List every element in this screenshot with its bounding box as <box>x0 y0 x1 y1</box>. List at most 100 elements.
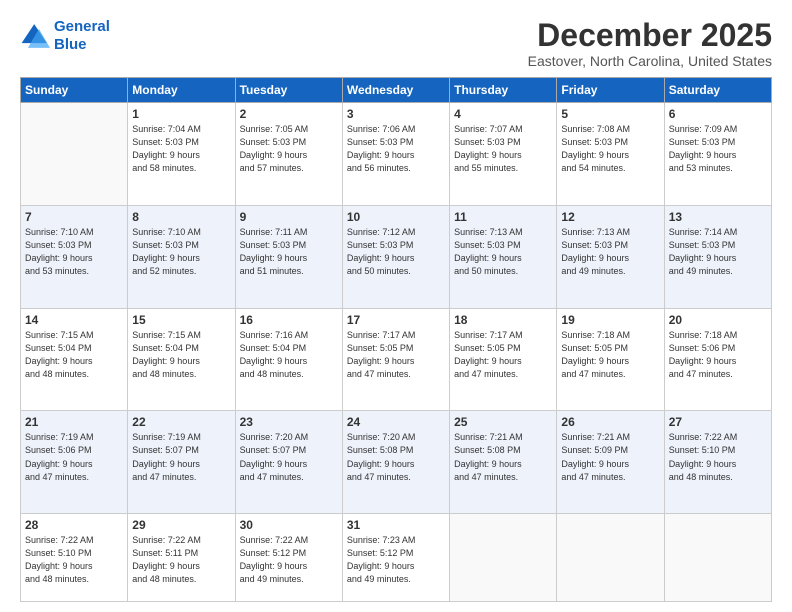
day-number: 16 <box>240 313 338 327</box>
day-info: Sunrise: 7:22 AM Sunset: 5:12 PM Dayligh… <box>240 534 338 586</box>
day-info: Sunrise: 7:20 AM Sunset: 5:07 PM Dayligh… <box>240 431 338 483</box>
day-number: 18 <box>454 313 552 327</box>
col-friday: Friday <box>557 78 664 103</box>
day-number: 4 <box>454 107 552 121</box>
day-number: 14 <box>25 313 123 327</box>
day-info: Sunrise: 7:10 AM Sunset: 5:03 PM Dayligh… <box>25 226 123 278</box>
day-number: 31 <box>347 518 445 532</box>
table-row: 15 Sunrise: 7:15 AM Sunset: 5:04 PM Dayli… <box>128 308 235 411</box>
table-row: 21 Sunrise: 7:19 AM Sunset: 5:06 PM Dayli… <box>21 411 128 514</box>
month-title: December 2025 <box>528 18 772 53</box>
table-row: 2 Sunrise: 7:05 AM Sunset: 5:03 PM Daylig… <box>235 103 342 206</box>
table-row <box>21 103 128 206</box>
day-number: 12 <box>561 210 659 224</box>
table-row: 31 Sunrise: 7:23 AM Sunset: 5:12 PM Dayli… <box>342 514 449 602</box>
table-row: 7 Sunrise: 7:10 AM Sunset: 5:03 PM Daylig… <box>21 205 128 308</box>
day-info: Sunrise: 7:06 AM Sunset: 5:03 PM Dayligh… <box>347 123 445 175</box>
table-row: 8Sunrise: 7:10 AM Sunset: 5:03 PM Daylig… <box>128 205 235 308</box>
day-number: 23 <box>240 415 338 429</box>
day-number: 11 <box>454 210 552 224</box>
day-number: 21 <box>25 415 123 429</box>
day-info: Sunrise: 7:22 AM Sunset: 5:10 PM Dayligh… <box>669 431 767 483</box>
day-info: Sunrise: 7:17 AM Sunset: 5:05 PM Dayligh… <box>454 329 552 381</box>
table-row: 26 Sunrise: 7:21 AM Sunset: 5:09 PM Dayli… <box>557 411 664 514</box>
table-row: 17 Sunrise: 7:17 AM Sunset: 5:05 PM Dayli… <box>342 308 449 411</box>
day-info: Sunrise: 7:18 AM Sunset: 5:05 PM Dayligh… <box>561 329 659 381</box>
logo-text: General Blue <box>54 18 110 54</box>
day-info: Sunrise: 7:15 AM Sunset: 5:04 PM Dayligh… <box>25 329 123 381</box>
table-row: 11 Sunrise: 7:13 AM Sunset: 5:03 PM Dayli… <box>450 205 557 308</box>
day-info: Sunrise: 7:23 AM Sunset: 5:12 PM Dayligh… <box>347 534 445 586</box>
day-number: 22 <box>132 415 230 429</box>
table-row: 28 Sunrise: 7:22 AM Sunset: 5:10 PM Dayli… <box>21 514 128 602</box>
day-info: Sunrise: 7:13 AM Sunset: 5:03 PM Dayligh… <box>454 226 552 278</box>
table-row: 22 Sunrise: 7:19 AM Sunset: 5:07 PM Dayli… <box>128 411 235 514</box>
col-monday: Monday <box>128 78 235 103</box>
day-info: Sunrise: 7:10 AM Sunset: 5:03 PM Dayligh… <box>132 226 230 278</box>
table-row: 14 Sunrise: 7:15 AM Sunset: 5:04 PM Dayli… <box>21 308 128 411</box>
day-number: 5 <box>561 107 659 121</box>
table-row: 27Sunrise: 7:22 AM Sunset: 5:10 PM Dayli… <box>664 411 771 514</box>
logo: General Blue <box>20 18 110 54</box>
day-info: Sunrise: 7:12 AM Sunset: 5:03 PM Dayligh… <box>347 226 445 278</box>
day-info: Sunrise: 7:21 AM Sunset: 5:08 PM Dayligh… <box>454 431 552 483</box>
day-info: Sunrise: 7:07 AM Sunset: 5:03 PM Dayligh… <box>454 123 552 175</box>
day-number: 10 <box>347 210 445 224</box>
col-saturday: Saturday <box>664 78 771 103</box>
col-thursday: Thursday <box>450 78 557 103</box>
day-number: 15 <box>132 313 230 327</box>
day-info: Sunrise: 7:21 AM Sunset: 5:09 PM Dayligh… <box>561 431 659 483</box>
table-row: 20 Sunrise: 7:18 AM Sunset: 5:06 PM Dayli… <box>664 308 771 411</box>
day-info: Sunrise: 7:11 AM Sunset: 5:03 PM Dayligh… <box>240 226 338 278</box>
table-row: 25 Sunrise: 7:21 AM Sunset: 5:08 PM Dayli… <box>450 411 557 514</box>
day-number: 17 <box>347 313 445 327</box>
day-number: 20 <box>669 313 767 327</box>
day-number: 25 <box>454 415 552 429</box>
day-info: Sunrise: 7:14 AM Sunset: 5:03 PM Dayligh… <box>669 226 767 278</box>
day-info: Sunrise: 7:17 AM Sunset: 5:05 PM Dayligh… <box>347 329 445 381</box>
table-row: 10 Sunrise: 7:12 AM Sunset: 5:03 PM Dayli… <box>342 205 449 308</box>
day-info: Sunrise: 7:22 AM Sunset: 5:10 PM Dayligh… <box>25 534 123 586</box>
day-info: Sunrise: 7:19 AM Sunset: 5:07 PM Dayligh… <box>132 431 230 483</box>
day-info: Sunrise: 7:15 AM Sunset: 5:04 PM Dayligh… <box>132 329 230 381</box>
day-info: Sunrise: 7:22 AM Sunset: 5:11 PM Dayligh… <box>132 534 230 586</box>
logo-icon <box>20 21 50 51</box>
table-row <box>557 514 664 602</box>
day-number: 7 <box>25 210 123 224</box>
day-number: 6 <box>669 107 767 121</box>
day-info: Sunrise: 7:05 AM Sunset: 5:03 PM Dayligh… <box>240 123 338 175</box>
day-info: Sunrise: 7:16 AM Sunset: 5:04 PM Dayligh… <box>240 329 338 381</box>
table-row: 30 Sunrise: 7:22 AM Sunset: 5:12 PM Dayli… <box>235 514 342 602</box>
title-block: December 2025 Eastover, North Carolina, … <box>528 18 772 69</box>
table-row <box>450 514 557 602</box>
table-row: 18 Sunrise: 7:17 AM Sunset: 5:05 PM Dayli… <box>450 308 557 411</box>
table-row: 4 Sunrise: 7:07 AM Sunset: 5:03 PM Daylig… <box>450 103 557 206</box>
day-number: 26 <box>561 415 659 429</box>
day-number: 13 <box>669 210 767 224</box>
day-number: 29 <box>132 518 230 532</box>
table-row: 6 Sunrise: 7:09 AM Sunset: 5:03 PM Daylig… <box>664 103 771 206</box>
table-row: 9 Sunrise: 7:11 AM Sunset: 5:03 PM Daylig… <box>235 205 342 308</box>
table-row: 5 Sunrise: 7:08 AM Sunset: 5:03 PM Daylig… <box>557 103 664 206</box>
day-info: Sunrise: 7:18 AM Sunset: 5:06 PM Dayligh… <box>669 329 767 381</box>
day-number: 30 <box>240 518 338 532</box>
calendar-header-row: Sunday Monday Tuesday Wednesday Thursday… <box>21 78 772 103</box>
day-number: 9 <box>240 210 338 224</box>
col-wednesday: Wednesday <box>342 78 449 103</box>
day-info: Sunrise: 7:09 AM Sunset: 5:03 PM Dayligh… <box>669 123 767 175</box>
table-row: 13 Sunrise: 7:14 AM Sunset: 5:03 PM Dayli… <box>664 205 771 308</box>
day-number: 19 <box>561 313 659 327</box>
day-number: 1 <box>132 107 230 121</box>
table-row: 24Sunrise: 7:20 AM Sunset: 5:08 PM Dayli… <box>342 411 449 514</box>
day-number: 2 <box>240 107 338 121</box>
day-info: Sunrise: 7:13 AM Sunset: 5:03 PM Dayligh… <box>561 226 659 278</box>
day-number: 28 <box>25 518 123 532</box>
day-info: Sunrise: 7:19 AM Sunset: 5:06 PM Dayligh… <box>25 431 123 483</box>
table-row: 23 Sunrise: 7:20 AM Sunset: 5:07 PM Dayli… <box>235 411 342 514</box>
table-row: 1Sunrise: 7:04 AM Sunset: 5:03 PM Daylig… <box>128 103 235 206</box>
table-row: 29 Sunrise: 7:22 AM Sunset: 5:11 PM Dayli… <box>128 514 235 602</box>
calendar-table: Sunday Monday Tuesday Wednesday Thursday… <box>20 77 772 602</box>
day-info: Sunrise: 7:08 AM Sunset: 5:03 PM Dayligh… <box>561 123 659 175</box>
table-row: 12 Sunrise: 7:13 AM Sunset: 5:03 PM Dayli… <box>557 205 664 308</box>
location-title: Eastover, North Carolina, United States <box>528 53 772 69</box>
